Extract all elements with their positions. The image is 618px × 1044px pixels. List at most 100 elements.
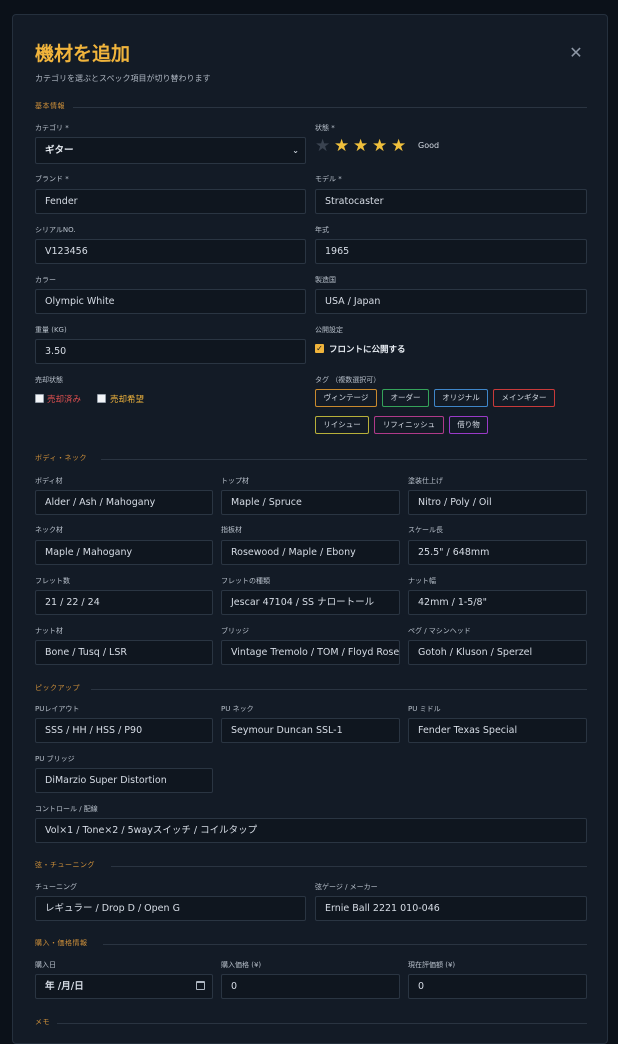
pegs-input[interactable]: Gotoh / Kluson / Sperzel: [408, 640, 587, 665]
nut-label: ナット材: [35, 627, 63, 635]
neck-label: ネック材: [35, 526, 63, 534]
pegs-label: ペグ / マシンヘッド: [408, 627, 471, 635]
sale-label: 売却状態: [35, 376, 63, 384]
model-input[interactable]: Stratocaster: [315, 189, 587, 214]
model-label: モデル *: [315, 175, 342, 183]
star-icon-5[interactable]: ★: [391, 136, 406, 156]
neck-input[interactable]: Maple / Mahogany: [35, 540, 213, 565]
publish-checkbox[interactable]: ✓: [315, 344, 324, 353]
section-pickup-title: ピックアップ: [35, 684, 80, 692]
body-input[interactable]: Alder / Ash / Mahogany: [35, 490, 213, 515]
category-label: カテゴリ *: [35, 124, 69, 132]
tag-vintage[interactable]: ヴィンテージ: [315, 389, 377, 407]
condition-text: Good: [418, 141, 440, 150]
serial-input[interactable]: V123456: [35, 239, 306, 264]
tag-main-guitar[interactable]: メインギター: [493, 389, 555, 407]
bridge-input[interactable]: Vintage Tremolo / TOM / Floyd Rose: [221, 640, 400, 665]
modal-title: 機材を追加: [35, 43, 131, 65]
section-purchase-title: 購入・価格情報: [35, 939, 88, 947]
tuning-label: チューニング: [35, 883, 77, 891]
section-pickup: ピックアップ: [35, 683, 587, 695]
purchase-date-input[interactable]: 年 /月/日: [35, 974, 213, 999]
pu-layout-label: PUレイアウト: [35, 705, 80, 713]
purchase-date-label: 購入日: [35, 961, 56, 969]
year-label: 年式: [315, 226, 329, 234]
gauge-label: 弦ゲージ / メーカー: [315, 883, 378, 891]
top-input[interactable]: Maple / Spruce: [221, 490, 400, 515]
wish-checkbox[interactable]: [97, 394, 106, 403]
star-icon-3[interactable]: ★: [353, 136, 368, 156]
nut-width-input[interactable]: 42mm / 1-5/8": [408, 590, 587, 615]
section-basic: 基本情報: [35, 101, 587, 113]
bridge-label: ブリッジ: [221, 627, 249, 635]
top-label: トップ材: [221, 477, 249, 485]
pu-middle-label: PU ミドル: [408, 705, 441, 713]
star-icon-4[interactable]: ★: [372, 136, 387, 156]
tag-order[interactable]: オーダー: [382, 389, 429, 407]
weight-label: 重量 (KG): [35, 326, 67, 334]
section-body-neck: ボディ・ネック: [35, 453, 587, 465]
control-input[interactable]: Vol×1 / Tone×2 / 5wayスイッチ / コイルタップ: [35, 818, 587, 843]
fingerboard-label: 指板材: [221, 526, 242, 534]
pu-neck-input[interactable]: Seymour Duncan SSL-1: [221, 718, 400, 743]
fingerboard-input[interactable]: Rosewood / Maple / Ebony: [221, 540, 400, 565]
finish-input[interactable]: Nitro / Poly / Oil: [408, 490, 587, 515]
section-strings-title: 弦・チューニング: [35, 861, 95, 869]
tag-borrowed[interactable]: 借り物: [449, 416, 488, 434]
tags-label: タグ （複数選択可）: [315, 376, 381, 384]
pu-middle-input[interactable]: Fender Texas Special: [408, 718, 587, 743]
star-icon-1[interactable]: ★: [315, 136, 330, 156]
calendar-icon[interactable]: [196, 981, 205, 990]
nut-width-label: ナット幅: [408, 577, 436, 585]
purchase-price-input[interactable]: 0: [221, 974, 400, 999]
section-purchase: 購入・価格情報: [35, 938, 587, 950]
wish-checkbox-label: 売却希望: [110, 395, 145, 405]
brand-input[interactable]: Fender: [35, 189, 306, 214]
modal-subtitle: カテゴリを選ぶとスペック項目が切り替わります: [35, 74, 211, 83]
frets-label: フレット数: [35, 577, 70, 585]
category-select[interactable]: ギター ⌄: [35, 137, 306, 164]
publish-label: 公開設定: [315, 326, 343, 334]
serial-label: シリアルNO.: [35, 226, 76, 234]
country-input[interactable]: USA / Japan: [315, 289, 587, 314]
chevron-down-icon: ⌄: [292, 146, 299, 155]
star-icon-2[interactable]: ★: [334, 136, 349, 156]
pu-layout-input[interactable]: SSS / HH / HSS / P90: [35, 718, 213, 743]
sold-checkbox[interactable]: [35, 394, 44, 403]
frets-input[interactable]: 21 / 22 / 24: [35, 590, 213, 615]
fret-type-input[interactable]: Jescar 47104 / SS ナロートール: [221, 590, 400, 615]
close-icon[interactable]: ✕: [568, 45, 584, 61]
section-memo-title: メモ: [35, 1018, 50, 1026]
publish-checkbox-label: フロントに公開する: [329, 345, 406, 355]
finish-label: 塗装仕上げ: [408, 477, 443, 485]
condition-label: 状態 *: [315, 124, 335, 132]
section-basic-title: 基本情報: [35, 102, 65, 110]
pu-bridge-input[interactable]: DiMarzio Super Distortion: [35, 768, 213, 793]
purchase-price-label: 購入価格 (¥): [221, 961, 262, 969]
body-label: ボディ材: [35, 477, 63, 485]
control-label: コントロール / 配線: [35, 805, 98, 813]
current-value-input[interactable]: 0: [408, 974, 587, 999]
fret-type-label: フレットの種類: [221, 577, 270, 585]
category-value: ギター: [45, 145, 74, 156]
tuning-input[interactable]: レギュラー / Drop D / Open G: [35, 896, 306, 921]
nut-input[interactable]: Bone / Tusq / LSR: [35, 640, 213, 665]
scale-input[interactable]: 25.5" / 648mm: [408, 540, 587, 565]
scale-label: スケール長: [408, 526, 443, 534]
year-input[interactable]: 1965: [315, 239, 587, 264]
brand-label: ブランド *: [35, 175, 69, 183]
color-label: カラー: [35, 276, 56, 284]
purchase-date-value: 年 /月/日: [45, 981, 84, 992]
section-memo: メモ: [35, 1017, 587, 1029]
add-equipment-modal: 機材を追加 ✕ カテゴリを選ぶとスペック項目が切り替わります 基本情報 カテゴリ…: [12, 14, 608, 1044]
current-value-label: 現在評価額 (¥): [408, 961, 456, 969]
gauge-input[interactable]: Ernie Ball 2221 010-046: [315, 896, 587, 921]
weight-input[interactable]: 3.50: [35, 339, 306, 364]
tag-reissue[interactable]: リイシュー: [315, 416, 369, 434]
tag-original[interactable]: オリジナル: [434, 389, 488, 407]
color-input[interactable]: Olympic White: [35, 289, 306, 314]
section-strings: 弦・チューニング: [35, 860, 587, 872]
country-label: 製造国: [315, 276, 336, 284]
sold-checkbox-label: 売却済み: [47, 395, 82, 405]
tag-refinish[interactable]: リフィニッシュ: [374, 416, 444, 434]
